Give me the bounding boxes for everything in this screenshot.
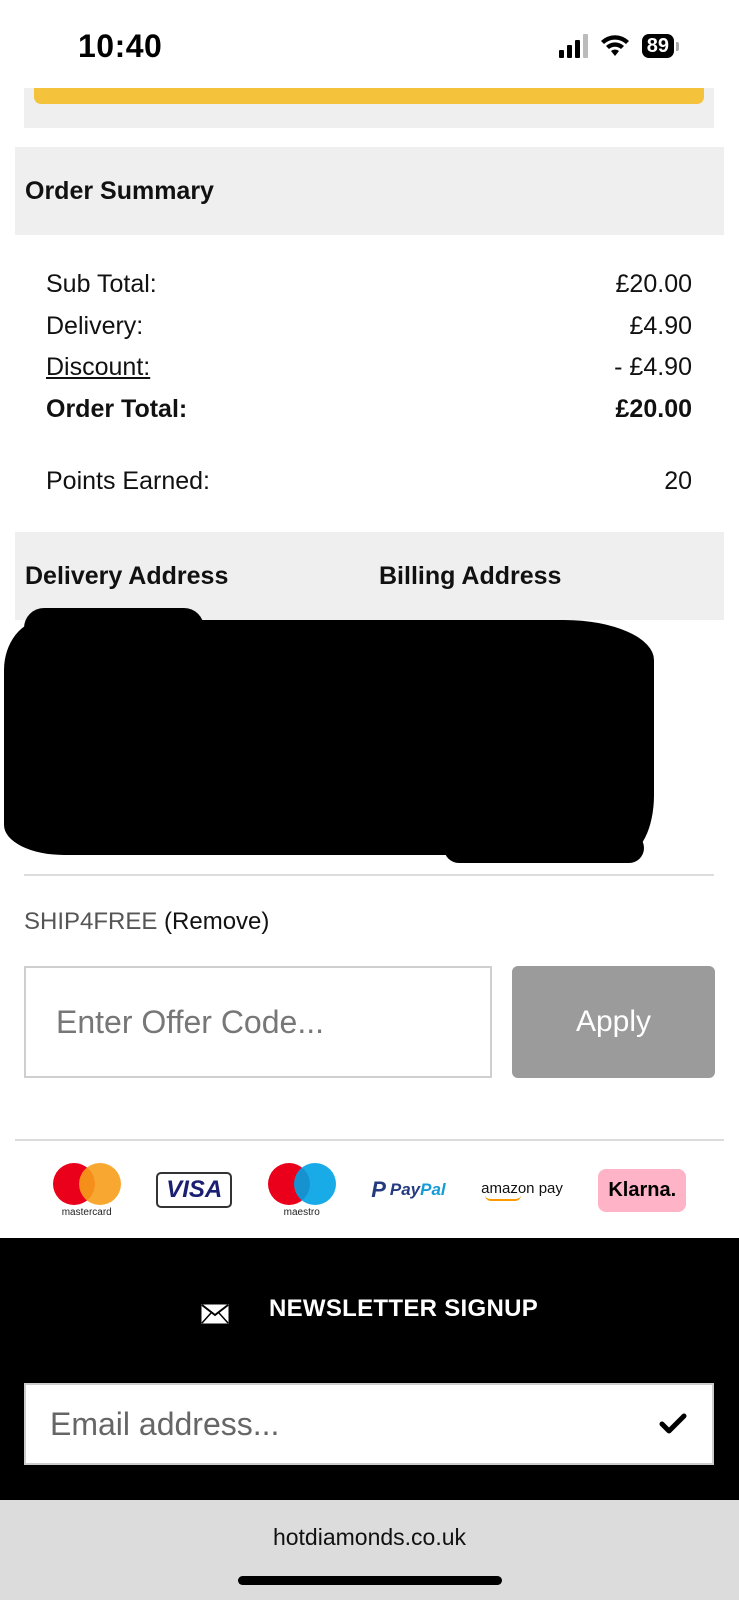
remove-promo-link[interactable]: (Remove) (164, 908, 269, 935)
divider (15, 1139, 724, 1141)
apply-button[interactable]: Apply (512, 966, 715, 1078)
address-header: Delivery Address Billing Address (15, 532, 724, 620)
paypal-logo: P PayPal (371, 1177, 445, 1203)
summary-row-delivery: Delivery: £4.90 (46, 312, 692, 341)
order-summary-header: Order Summary (15, 147, 724, 235)
newsletter-heading: NEWSLETTER SIGNUP (0, 1294, 739, 1324)
amazon-pay-label: amazon pay (481, 1179, 563, 1197)
delivery-label: Delivery: (46, 312, 144, 340)
status-bar: 10:40 89 (0, 0, 739, 92)
applied-promo: SHIP4FREE (Remove) (24, 908, 269, 936)
maestro-logo: maestro (267, 1162, 336, 1218)
klarna-logo: Klarna. (598, 1168, 687, 1212)
submit-checkmark-icon[interactable] (656, 1407, 690, 1441)
points-value: 20 (664, 467, 692, 495)
payment-methods: mastercard VISA maestro P PayPal amazon … (15, 1142, 724, 1238)
battery-icon: 89 (641, 34, 679, 58)
delivery-address-title: Delivery Address (25, 562, 229, 590)
url-text[interactable]: hotdiamonds.co.uk (0, 1524, 739, 1551)
discount-link[interactable]: Discount: (46, 353, 150, 382)
email-input[interactable] (26, 1385, 626, 1463)
visa-logo: VISA (156, 1172, 233, 1208)
summary-row-order-total: Order Total: £20.00 (46, 395, 692, 424)
points-label: Points Earned: (46, 467, 210, 495)
status-time: 10:40 (78, 28, 163, 64)
summary-row-points: Points Earned: 20 (46, 467, 692, 496)
offer-code-input[interactable] (24, 966, 492, 1078)
klarna-label: Klarna. (598, 1168, 687, 1212)
order-summary-title: Order Summary (25, 177, 214, 205)
mastercard-label: mastercard (61, 1206, 112, 1218)
footer: NEWSLETTER SIGNUP (0, 1238, 739, 1500)
browser-url-bar[interactable]: hotdiamonds.co.uk (0, 1500, 739, 1600)
wifi-icon (600, 35, 629, 56)
newsletter-title: NEWSLETTER SIGNUP (268, 1295, 539, 1322)
battery-level: 89 (641, 34, 674, 58)
subtotal-label: Sub Total: (46, 270, 157, 298)
summary-row-subtotal: Sub Total: £20.00 (46, 270, 692, 299)
home-indicator[interactable] (238, 1576, 502, 1585)
divider (24, 874, 714, 876)
cellular-signal-icon (558, 34, 588, 58)
paypal-label-pay: Pay (389, 1180, 421, 1199)
promo-code: SHIP4FREE (24, 908, 158, 935)
amazon-pay-logo: amazon pay (481, 1180, 563, 1201)
order-total-label: Order Total: (46, 395, 188, 423)
status-icons: 89 (558, 34, 679, 58)
summary-row-discount: Discount: - £4.90 (46, 353, 692, 382)
email-signup-field (24, 1383, 714, 1465)
delivery-value: £4.90 (629, 312, 692, 340)
paypal-p-icon: P (371, 1177, 386, 1202)
order-total-value: £20.00 (615, 395, 692, 423)
checkout-button-edge[interactable] (34, 88, 704, 104)
visa-label: VISA (156, 1172, 233, 1208)
discount-value: - £4.90 (614, 353, 692, 381)
subtotal-value: £20.00 (615, 270, 692, 298)
amazon-smile-icon (485, 1195, 522, 1201)
maestro-label: maestro (283, 1206, 320, 1218)
billing-address-title: Billing Address (379, 562, 562, 590)
top-strip (24, 88, 714, 128)
mastercard-logo: mastercard (52, 1162, 121, 1218)
redacted-address-block (4, 608, 654, 863)
envelope-icon (201, 1304, 229, 1324)
paypal-label-pal: Pal (420, 1180, 446, 1199)
